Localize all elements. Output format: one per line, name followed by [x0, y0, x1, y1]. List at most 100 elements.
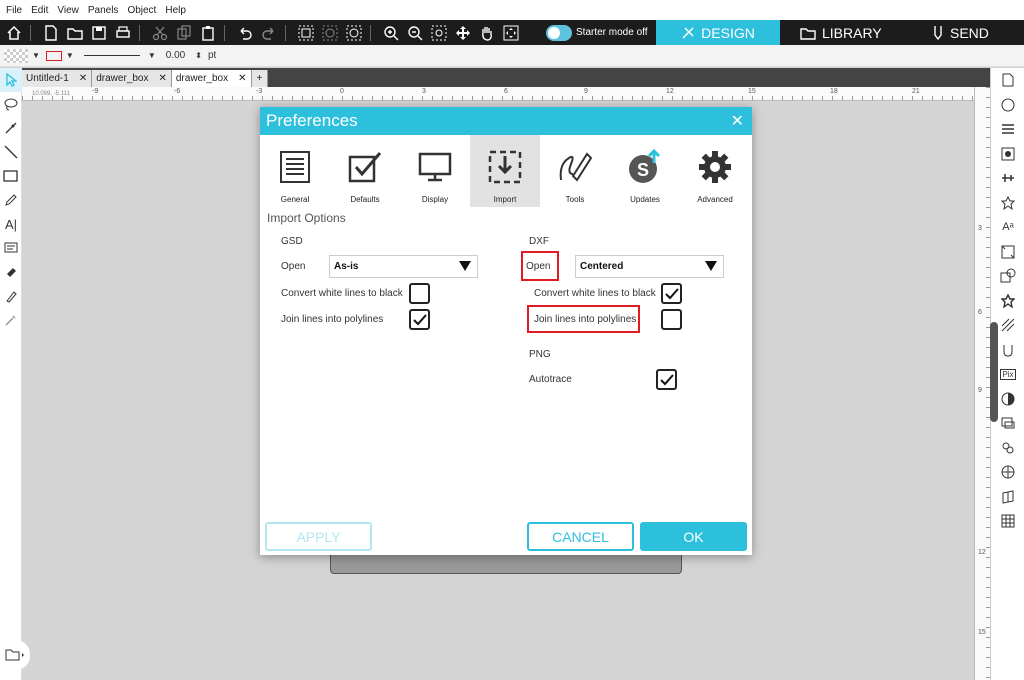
line-color-swatch[interactable]	[45, 50, 62, 61]
save-icon[interactable]	[89, 23, 109, 43]
modify-icon[interactable]	[991, 264, 1024, 289]
tab-defaults[interactable]: Defaults	[330, 135, 400, 207]
stepper-icon[interactable]: ⬍	[195, 51, 202, 60]
doc-tab[interactable]: drawer_box ✕	[92, 70, 172, 87]
close-icon[interactable]: ✕	[238, 73, 246, 84]
dxf-join-checkbox[interactable]	[661, 309, 682, 330]
gsd-join-checkbox[interactable]	[409, 309, 430, 330]
fit-to-window-icon[interactable]	[501, 23, 521, 43]
transform-icon[interactable]	[991, 240, 1024, 265]
doc-tab-label: drawer_box	[96, 73, 149, 84]
line-tool-icon[interactable]	[0, 140, 22, 164]
line-style-icon[interactable]	[991, 117, 1024, 142]
undo-icon[interactable]	[235, 23, 255, 43]
fill-pattern-icon[interactable]	[991, 142, 1024, 167]
replicate-icon[interactable]	[991, 191, 1024, 216]
gsd-heading: GSD	[281, 236, 303, 247]
drag-view-icon[interactable]	[453, 23, 473, 43]
ok-button[interactable]: OK	[640, 522, 747, 551]
tab-library[interactable]: LIBRARY	[800, 20, 900, 45]
tab-display[interactable]: Display	[400, 135, 470, 207]
ruler-tick: 3	[422, 88, 426, 95]
point-edit-tool-icon[interactable]	[0, 116, 22, 140]
close-icon[interactable]: ✕	[79, 73, 87, 84]
line-weight-value[interactable]: 0.00	[166, 50, 185, 61]
tab-advanced[interactable]: Advanced	[680, 135, 750, 207]
ungroup-icon[interactable]	[320, 23, 340, 43]
tab-updates[interactable]: S Updates	[610, 135, 680, 207]
pencil-tool-icon[interactable]	[0, 188, 22, 212]
gsd-open-select[interactable]: As-is	[329, 255, 478, 278]
panels-folder-icon[interactable]	[0, 640, 30, 670]
section-title: Import Options	[267, 211, 346, 225]
zoom-selected-icon[interactable]	[429, 23, 449, 43]
text-tool-icon[interactable]: A|	[0, 212, 22, 236]
nesting-icon[interactable]	[991, 436, 1024, 461]
offset-icon[interactable]	[991, 289, 1024, 314]
starter-mode-toggle[interactable]: Starter mode off	[546, 20, 648, 45]
zoom-in-icon[interactable]	[381, 23, 401, 43]
text-style-icon[interactable]: Aᵃ	[991, 215, 1024, 240]
tab-send[interactable]: SEND	[932, 20, 1022, 45]
align-icon[interactable]	[991, 166, 1024, 191]
menu-object[interactable]: Object	[127, 5, 156, 16]
group-icon[interactable]	[296, 23, 316, 43]
svg-text:S: S	[637, 160, 649, 180]
tab-general[interactable]: General	[260, 135, 330, 207]
lasso-tool-icon[interactable]	[0, 92, 22, 116]
new-document-icon[interactable]	[41, 23, 61, 43]
fill-swatch[interactable]	[4, 48, 28, 63]
cut-icon[interactable]	[150, 23, 170, 43]
knife-tool-icon[interactable]	[0, 284, 22, 308]
doc-tab[interactable]: Untitled-1 ✕	[22, 70, 93, 87]
apply-button[interactable]: APPLY	[265, 522, 372, 551]
dxf-convert-checkbox[interactable]	[661, 283, 682, 304]
compound-path-icon[interactable]	[344, 23, 364, 43]
menu-edit[interactable]: Edit	[31, 5, 48, 16]
hand-pan-icon[interactable]	[477, 23, 497, 43]
toolbar-divider	[139, 24, 140, 41]
eyedropper-tool-icon[interactable]	[0, 308, 22, 332]
page-setup-icon[interactable]	[991, 68, 1024, 93]
web-icon[interactable]	[991, 460, 1024, 485]
menu-help[interactable]: Help	[165, 5, 186, 16]
menu-panels[interactable]: Panels	[88, 5, 119, 16]
redo-icon[interactable]	[259, 23, 279, 43]
chevron-down-icon[interactable]: ▼	[32, 51, 40, 60]
select-tool-icon[interactable]	[0, 68, 22, 92]
blade-icon	[934, 25, 942, 40]
line-style-preview[interactable]	[83, 55, 140, 56]
open-folder-icon[interactable]	[65, 23, 85, 43]
document-tabs: Untitled-1 ✕ drawer_box ✕ drawer_box ✕ +	[22, 68, 990, 87]
png-autotrace-checkbox[interactable]	[656, 369, 677, 390]
chevron-down-icon[interactable]: ▼	[148, 51, 156, 60]
doc-tab-active[interactable]: drawer_box ✕	[171, 70, 252, 87]
close-icon[interactable]: ✕	[731, 111, 744, 131]
ruler-tick: 15	[748, 88, 756, 95]
dxf-open-select[interactable]: Centered	[575, 255, 724, 278]
text-box-icon[interactable]	[0, 236, 22, 260]
preferences-dialog: Preferences ✕ General Defaults Display I…	[260, 107, 752, 555]
color-fill-icon[interactable]	[991, 93, 1024, 118]
zoom-out-icon[interactable]	[405, 23, 425, 43]
vertical-scrollbar[interactable]	[990, 322, 998, 422]
toggle-switch[interactable]	[546, 24, 572, 41]
menu-view[interactable]: View	[57, 5, 79, 16]
library-grid-icon[interactable]	[991, 509, 1024, 534]
home-icon[interactable]	[4, 23, 24, 43]
tab-tools[interactable]: Tools	[540, 135, 610, 207]
rectangle-tool-icon[interactable]	[0, 164, 22, 188]
cancel-button[interactable]: CANCEL	[527, 522, 634, 551]
copy-icon[interactable]	[174, 23, 194, 43]
print-icon[interactable]	[113, 23, 133, 43]
sketch-icon[interactable]	[991, 485, 1024, 510]
paste-icon[interactable]	[198, 23, 218, 43]
close-icon[interactable]: ✕	[158, 73, 166, 84]
chevron-down-icon[interactable]: ▼	[66, 51, 74, 60]
add-tab-icon[interactable]: +	[251, 70, 269, 87]
menu-file[interactable]: File	[6, 5, 22, 16]
tab-import[interactable]: Import	[470, 135, 540, 207]
gsd-convert-checkbox[interactable]	[409, 283, 430, 304]
eraser-tool-icon[interactable]	[0, 260, 22, 284]
tab-design[interactable]: DESIGN	[656, 20, 780, 45]
